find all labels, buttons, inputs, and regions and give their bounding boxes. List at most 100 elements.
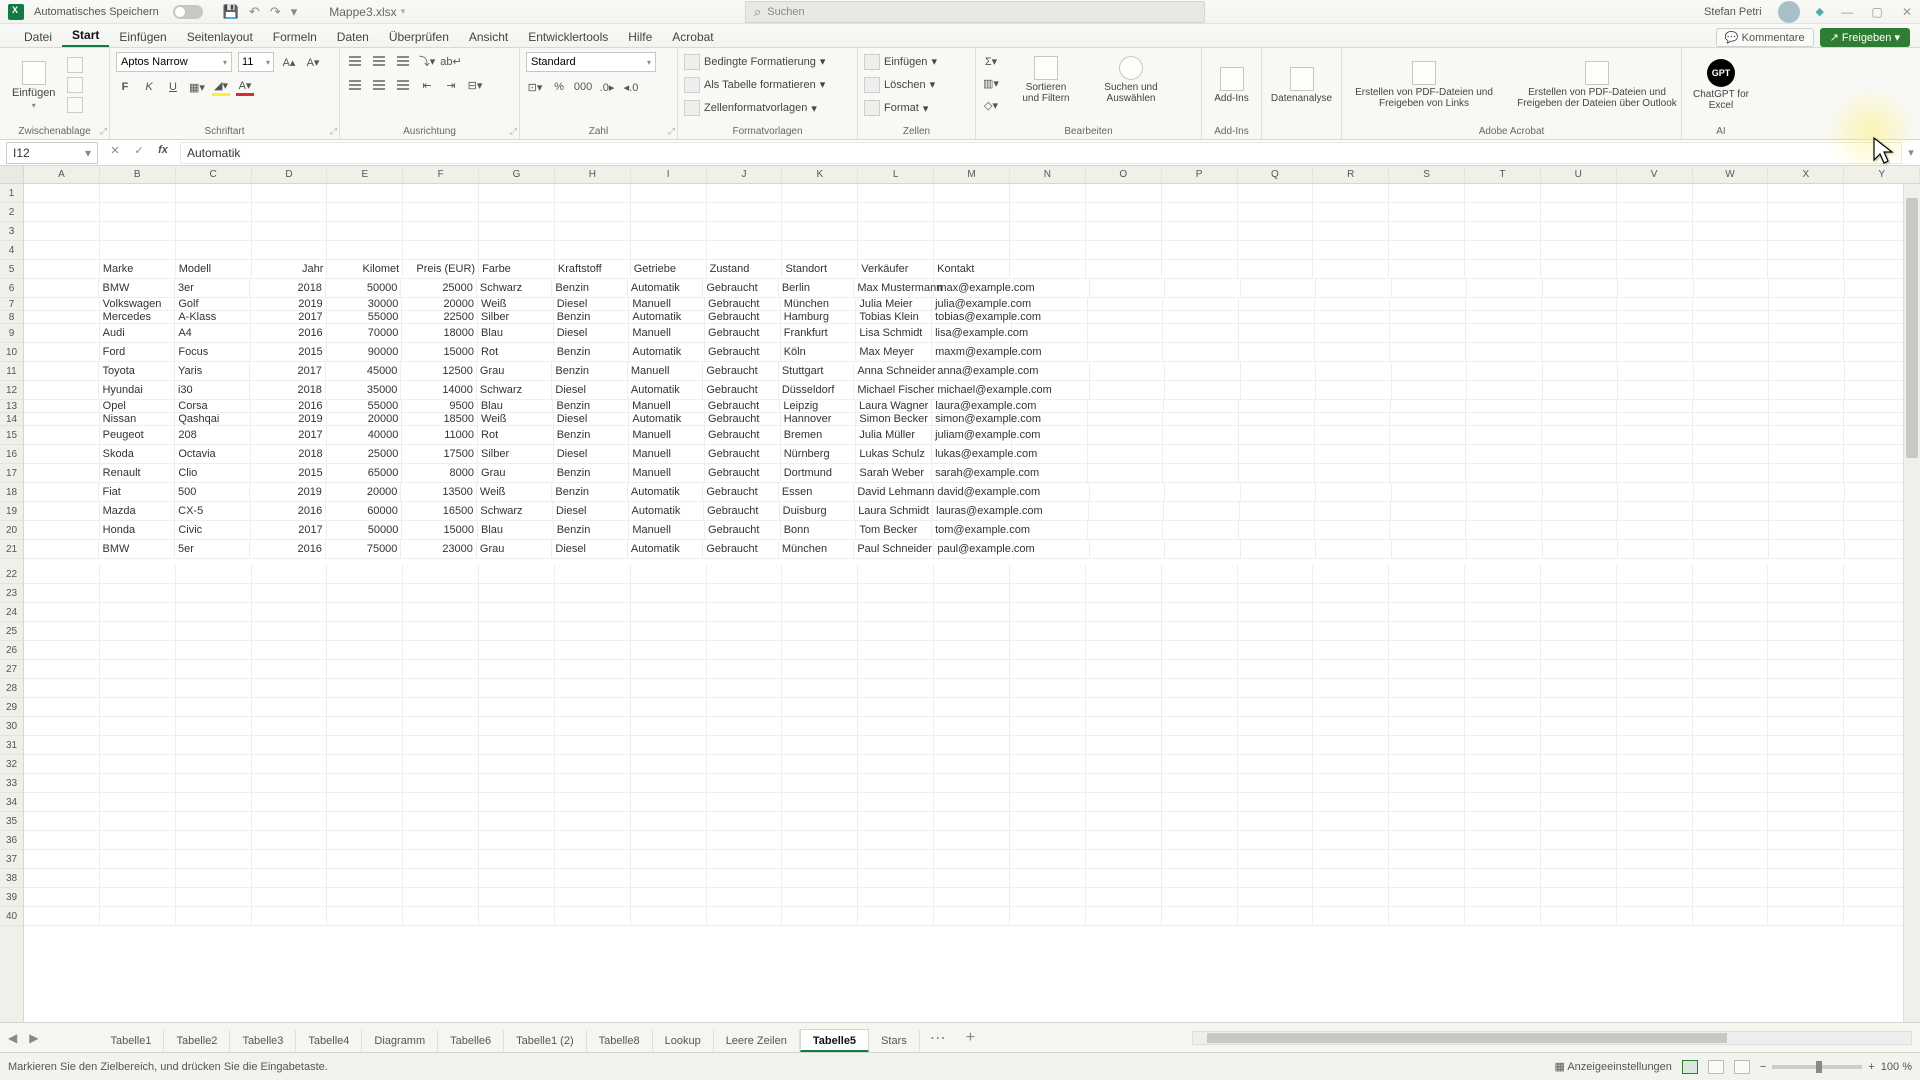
cell[interactable] [1768, 222, 1844, 240]
cell[interactable] [403, 812, 479, 830]
cell[interactable] [479, 907, 555, 925]
cell[interactable] [1768, 565, 1844, 583]
addins-button[interactable]: Add-Ins [1208, 52, 1255, 118]
cell[interactable] [1239, 343, 1315, 361]
cell[interactable] [24, 679, 100, 697]
align-left-icon[interactable] [346, 77, 364, 93]
cell[interactable]: Gebraucht [703, 279, 778, 297]
cell[interactable] [176, 222, 252, 240]
cell[interactable]: Mazda [100, 502, 176, 520]
cell[interactable] [934, 736, 1010, 754]
cell[interactable] [934, 793, 1010, 811]
column-header[interactable]: P [1162, 166, 1238, 183]
cell[interactable] [403, 641, 479, 659]
cell[interactable] [1693, 343, 1769, 361]
cell[interactable]: david@example.com [934, 483, 1014, 501]
cell[interactable]: sarah@example.com [932, 464, 1012, 482]
cell[interactable]: Golf [175, 298, 251, 310]
cell[interactable] [1541, 260, 1617, 278]
cell[interactable] [1086, 869, 1162, 887]
cell[interactable] [1768, 641, 1844, 659]
cell[interactable] [252, 850, 328, 868]
cell[interactable] [555, 831, 631, 849]
cell[interactable] [1313, 603, 1389, 621]
indent-decrease-icon[interactable]: ⇤ [418, 76, 436, 94]
cell[interactable] [1238, 222, 1314, 240]
cells[interactable]: MarkeModellJahrKilometPreis (EUR)FarbeKr… [24, 184, 1920, 926]
table-row[interactable] [24, 755, 1920, 774]
cell[interactable] [1617, 793, 1693, 811]
cell[interactable] [1012, 426, 1088, 444]
filename[interactable]: Mappe3.xlsx▾ [329, 5, 405, 19]
cell[interactable] [555, 755, 631, 773]
cell[interactable]: 65000 [327, 464, 403, 482]
cell[interactable] [24, 298, 100, 310]
cell[interactable] [327, 184, 403, 202]
cell[interactable] [1768, 698, 1844, 716]
cell[interactable]: 22500 [402, 311, 478, 323]
table-row[interactable] [24, 603, 1920, 622]
cell[interactable] [24, 279, 99, 297]
cell[interactable] [327, 793, 403, 811]
cell[interactable] [1768, 736, 1844, 754]
table-row[interactable] [24, 717, 1920, 736]
cell[interactable]: 20000 [327, 413, 403, 425]
cell[interactable]: Laura Schmidt [855, 502, 933, 520]
cell[interactable] [858, 869, 934, 887]
cell[interactable] [24, 812, 100, 830]
cell[interactable] [1313, 831, 1389, 849]
cell[interactable]: 17500 [402, 445, 478, 463]
cell[interactable] [1541, 222, 1617, 240]
cell[interactable] [858, 241, 934, 259]
cell[interactable] [1389, 888, 1465, 906]
cell[interactable]: Gebraucht [705, 445, 781, 463]
cell[interactable] [1617, 184, 1693, 202]
column-header[interactable]: C [176, 166, 252, 183]
cell[interactable] [1390, 464, 1466, 482]
cell[interactable] [1238, 850, 1314, 868]
cell[interactable] [176, 565, 252, 583]
cell[interactable] [1465, 888, 1541, 906]
cell[interactable] [1618, 502, 1694, 520]
cell[interactable] [176, 717, 252, 735]
cell[interactable] [327, 774, 403, 792]
cell[interactable] [1086, 679, 1162, 697]
ribbon-tab-formeln[interactable]: Formeln [263, 26, 327, 47]
cell[interactable] [1617, 464, 1693, 482]
row-header[interactable]: 34 [0, 793, 23, 812]
cell[interactable] [479, 622, 555, 640]
view-layout-icon[interactable] [1708, 1060, 1724, 1074]
cell[interactable]: Nürnberg [781, 445, 857, 463]
cell[interactable] [1238, 717, 1314, 735]
cell[interactable]: Renault [100, 464, 176, 482]
cell[interactable]: Diesel [553, 502, 629, 520]
cell[interactable] [1313, 736, 1389, 754]
row-header[interactable]: 15 [0, 426, 23, 445]
cell[interactable] [934, 812, 1010, 830]
cell[interactable]: Silber [478, 445, 554, 463]
cell[interactable] [555, 717, 631, 735]
cell[interactable] [24, 831, 100, 849]
cell[interactable] [555, 698, 631, 716]
cell[interactable] [1239, 400, 1315, 412]
cell[interactable] [1389, 660, 1465, 678]
cell[interactable] [1241, 279, 1316, 297]
vertical-scrollbar[interactable] [1903, 184, 1920, 1022]
cell[interactable] [100, 793, 176, 811]
cell[interactable] [1238, 812, 1314, 830]
cell[interactable] [1617, 679, 1693, 697]
cell[interactable] [782, 831, 858, 849]
column-header[interactable]: O [1086, 166, 1162, 183]
row-header[interactable]: 21 [0, 540, 23, 559]
cell[interactable] [479, 584, 555, 602]
cell[interactable]: Diesel [554, 324, 630, 342]
cell[interactable] [327, 812, 403, 830]
cell[interactable] [252, 736, 328, 754]
cell[interactable] [934, 717, 1010, 735]
cell[interactable] [479, 698, 555, 716]
cell[interactable] [1768, 907, 1844, 925]
cell[interactable] [176, 793, 252, 811]
sheet-tab[interactable]: Tabelle1 (2) [504, 1030, 586, 1052]
ribbon-tab-seitenlayout[interactable]: Seitenlayout [177, 26, 263, 47]
table-row[interactable]: OpelCorsa2016550009500BlauBenzinManuellG… [24, 400, 1920, 413]
